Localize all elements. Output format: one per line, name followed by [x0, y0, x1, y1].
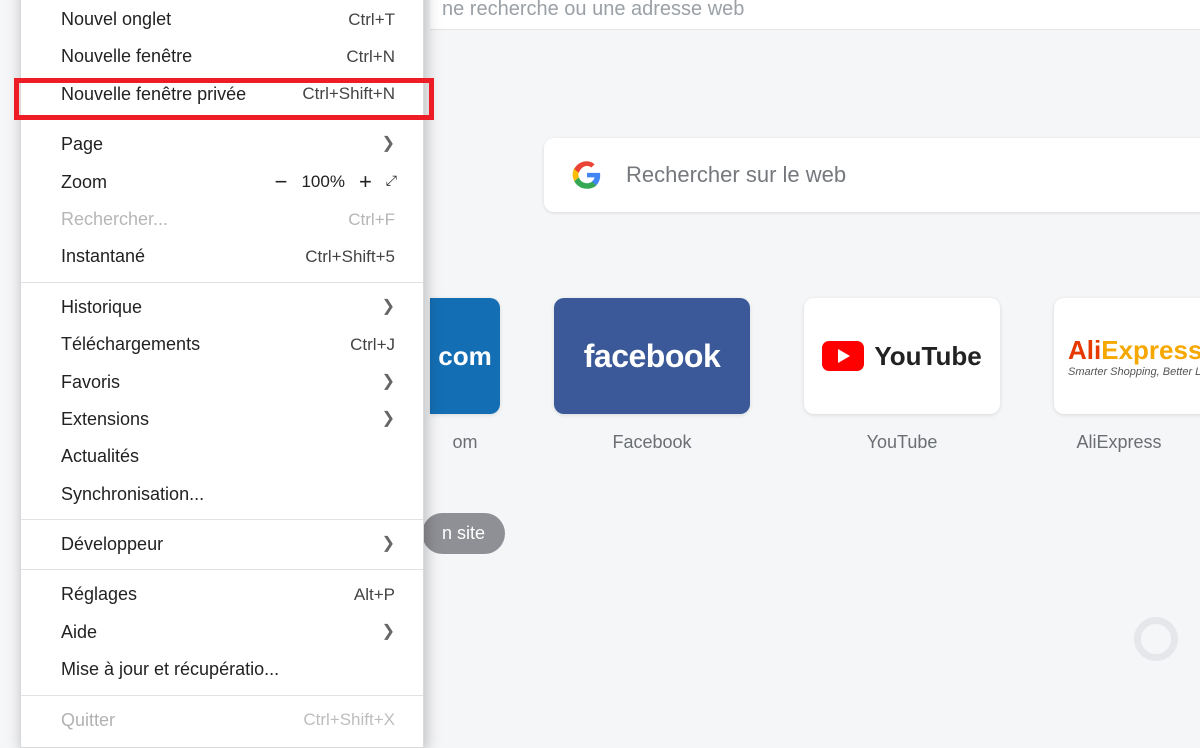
- menu-item-quit[interactable]: Quitter Ctrl+Shift+X: [21, 702, 423, 739]
- menu-label: Mise à jour et récupératio...: [61, 658, 279, 681]
- fullscreen-icon[interactable]: ⤢: [386, 173, 395, 191]
- tile-text: AliExpress: [1068, 335, 1200, 366]
- speed-dial-tile-aliexpress: AliExpress Smarter Shopping, Better Livi: [1054, 298, 1200, 414]
- menu-item-sync[interactable]: Synchronisation...: [21, 476, 423, 513]
- tile-subtext: Smarter Shopping, Better Livi: [1068, 366, 1200, 378]
- add-site-label: n site: [442, 523, 485, 543]
- tile-text: YouTube: [874, 341, 981, 372]
- tile-text: facebook: [584, 338, 720, 375]
- menu-item-downloads[interactable]: Téléchargements Ctrl+J: [21, 326, 423, 363]
- menu-label: Téléchargements: [61, 333, 200, 356]
- menu-shortcut: Ctrl+Shift+5: [305, 246, 395, 268]
- menu-separator: [21, 569, 423, 570]
- menu-shortcut: Ctrl+Shift+X: [303, 709, 395, 731]
- menu-label: Page: [61, 133, 103, 156]
- menu-item-new-tab[interactable]: Nouvel onglet Ctrl+T: [21, 1, 423, 38]
- menu-item-page[interactable]: Page ❯: [21, 126, 423, 163]
- chevron-right-icon: ❯: [382, 134, 395, 155]
- speed-dial-row: com om facebook Facebook YouTube YouTube…: [430, 298, 1200, 453]
- menu-shortcut: Ctrl+F: [348, 209, 395, 231]
- speed-dial-caption: om: [430, 432, 500, 453]
- menu-label: Rechercher...: [61, 208, 168, 231]
- menu-separator: [21, 519, 423, 520]
- menu-item-new-private-window[interactable]: Nouvelle fenêtre privée Ctrl+Shift+N: [21, 76, 423, 113]
- zoom-in-button[interactable]: +: [359, 171, 372, 193]
- menu-shortcut: Ctrl+T: [348, 9, 395, 31]
- chevron-right-icon: ❯: [382, 409, 395, 430]
- menu-label: Extensions: [61, 408, 149, 431]
- google-logo-icon: [572, 160, 602, 190]
- menu-label: Zoom: [61, 171, 107, 194]
- menu-item-update-recovery[interactable]: Mise à jour et récupératio...: [21, 651, 423, 688]
- chevron-right-icon: ❯: [382, 622, 395, 643]
- menu-item-developer[interactable]: Développeur ❯: [21, 526, 423, 563]
- menu-shortcut: Ctrl+J: [350, 334, 395, 356]
- main-menu: Nouvel onglet Ctrl+T Nouvelle fenêtre Ct…: [20, 0, 424, 748]
- menu-label: Nouvel onglet: [61, 8, 171, 31]
- speed-dial-caption: YouTube: [804, 432, 1000, 453]
- speed-dial-caption: AliExpress: [1054, 432, 1184, 453]
- menu-item-bookmarks[interactable]: Favoris ❯: [21, 364, 423, 401]
- menu-label: Actualités: [61, 445, 139, 468]
- web-search-box[interactable]: Rechercher sur le web: [544, 138, 1200, 212]
- menu-separator: [21, 695, 423, 696]
- menu-shortcut: Ctrl+Shift+N: [302, 83, 395, 105]
- menu-item-find: Rechercher... Ctrl+F: [21, 201, 423, 238]
- zoom-out-button[interactable]: −: [275, 171, 288, 193]
- menu-item-new-window[interactable]: Nouvelle fenêtre Ctrl+N: [21, 38, 423, 75]
- speed-dial-tile-youtube: YouTube: [804, 298, 1000, 414]
- menu-separator: [21, 282, 423, 283]
- speed-dial-youtube[interactable]: YouTube YouTube: [804, 298, 1000, 453]
- menu-separator: [21, 119, 423, 120]
- zoom-value: 100%: [301, 171, 344, 193]
- menu-item-zoom: Zoom − 100% + ⤢: [21, 164, 423, 201]
- speed-dial-tile-facebook: facebook: [554, 298, 750, 414]
- menu-label: Développeur: [61, 533, 163, 556]
- menu-item-extensions[interactable]: Extensions ❯: [21, 401, 423, 438]
- address-bar-placeholder[interactable]: ne recherche ou une adresse web: [430, 0, 1200, 30]
- menu-shortcut: Ctrl+N: [346, 46, 395, 68]
- menu-item-help[interactable]: Aide ❯: [21, 614, 423, 651]
- menu-label: Réglages: [61, 583, 137, 606]
- chevron-right-icon: ❯: [382, 372, 395, 393]
- menu-label: Aide: [61, 621, 97, 644]
- menu-label: Quitter: [61, 709, 115, 732]
- speed-dial-aliexpress[interactable]: AliExpress Smarter Shopping, Better Livi…: [1054, 298, 1184, 453]
- chevron-right-icon: ❯: [382, 534, 395, 555]
- menu-item-snapshot[interactable]: Instantané Ctrl+Shift+5: [21, 238, 423, 275]
- menu-label: Synchronisation...: [61, 483, 204, 506]
- address-bar-hint-text: ne recherche ou une adresse web: [442, 0, 744, 21]
- menu-label: Nouvelle fenêtre: [61, 45, 192, 68]
- chevron-right-icon: ❯: [382, 297, 395, 318]
- menu-item-history[interactable]: Historique ❯: [21, 289, 423, 326]
- youtube-icon: [822, 341, 864, 371]
- opera-logo-icon: [1134, 617, 1178, 661]
- speed-dial-facebook[interactable]: facebook Facebook: [554, 298, 750, 453]
- web-search-placeholder: Rechercher sur le web: [626, 162, 846, 188]
- menu-label: Instantané: [61, 245, 145, 268]
- speed-dial-amazon[interactable]: com om: [430, 298, 500, 453]
- menu-shortcut: Alt+P: [354, 584, 395, 606]
- speed-dial-caption: Facebook: [554, 432, 750, 453]
- menu-item-settings[interactable]: Réglages Alt+P: [21, 576, 423, 613]
- menu-label: Favoris: [61, 371, 120, 394]
- menu-label: Nouvelle fenêtre privée: [61, 83, 246, 106]
- menu-item-news[interactable]: Actualités: [21, 438, 423, 475]
- speed-dial-tile-amazon: com: [430, 298, 500, 414]
- add-site-button[interactable]: n site: [422, 513, 505, 554]
- menu-label: Historique: [61, 296, 142, 319]
- tile-text: com: [438, 341, 491, 372]
